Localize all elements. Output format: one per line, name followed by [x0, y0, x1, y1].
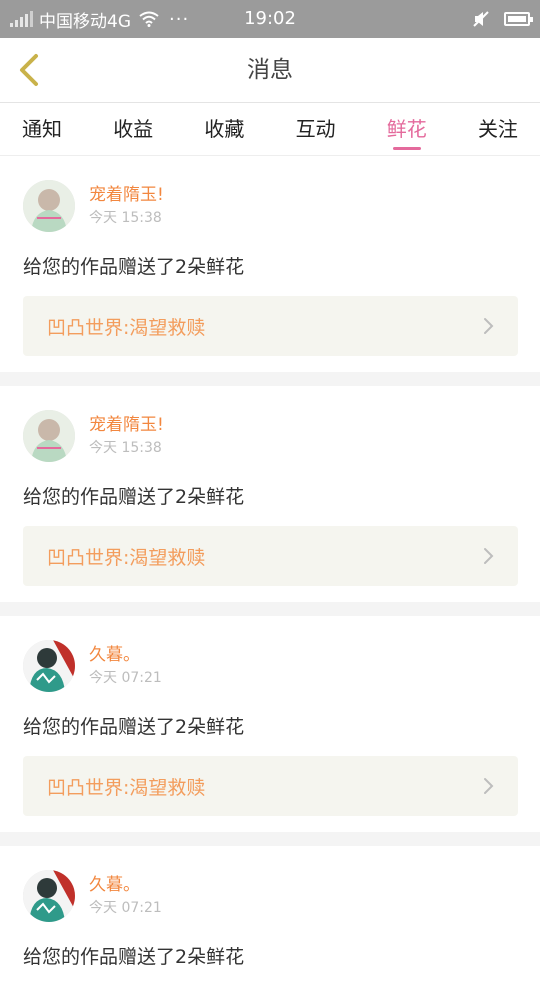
carrier-label: 中国移动4G	[39, 11, 131, 32]
message-card: 宠着隋玉! 今天 15:38 给您的作品赠送了2朵鲜花 凹凸世界:渴望救赎	[0, 156, 540, 372]
message-list: 宠着隋玉! 今天 15:38 给您的作品赠送了2朵鲜花 凹凸世界:渴望救赎 宠着…	[0, 156, 540, 1002]
message-card: 久暮。 今天 07:21 给您的作品赠送了2朵鲜花 凹凸世界:渴望救赎	[0, 616, 540, 832]
chevron-right-icon	[484, 778, 494, 794]
message-card: 久暮。 今天 07:21 给您的作品赠送了2朵鲜花	[0, 846, 540, 1002]
message-meta: 久暮。 今天 07:21	[89, 874, 162, 918]
sender-name[interactable]: 久暮。	[89, 644, 162, 666]
status-bar: 中国移动4G ··· 19:02	[0, 0, 540, 38]
sender-name[interactable]: 宠着隋玉!	[89, 414, 164, 436]
work-title: 凹凸世界:渴望救赎	[47, 776, 206, 799]
message-meta: 宠着隋玉! 今天 15:38	[89, 184, 164, 228]
sender-name[interactable]: 宠着隋玉!	[89, 184, 164, 206]
nav-header: 消息	[0, 38, 540, 103]
work-link[interactable]: 凹凸世界:渴望救赎	[23, 756, 518, 816]
status-left: 中国移动4G ···	[10, 0, 189, 38]
page-title: 消息	[247, 57, 293, 83]
chevron-right-icon	[484, 318, 494, 334]
message-time: 今天 15:38	[89, 210, 162, 226]
wifi-icon	[139, 11, 159, 27]
message-header: 宠着隋玉! 今天 15:38	[23, 410, 518, 462]
tab-following[interactable]: 关注	[478, 103, 518, 155]
message-meta: 久暮。 今天 07:21	[89, 644, 162, 688]
work-link[interactable]: 凹凸世界:渴望救赎	[23, 296, 518, 356]
message-text: 给您的作品赠送了2朵鲜花	[23, 486, 245, 508]
work-title: 凹凸世界:渴望救赎	[47, 546, 206, 569]
mute-icon	[473, 11, 489, 27]
message-card: 宠着隋玉! 今天 15:38 给您的作品赠送了2朵鲜花 凹凸世界:渴望救赎	[0, 386, 540, 602]
message-time: 今天 07:21	[89, 900, 162, 916]
message-time: 今天 07:21	[89, 670, 162, 686]
more-dots-icon: ···	[169, 8, 190, 30]
back-button[interactable]	[12, 52, 48, 88]
avatar[interactable]	[23, 640, 75, 692]
tab-notifications[interactable]: 通知	[22, 103, 62, 155]
avatar[interactable]	[23, 410, 75, 462]
message-time: 今天 15:38	[89, 440, 162, 456]
message-header: 宠着隋玉! 今天 15:38	[23, 180, 518, 232]
work-title: 凹凸世界:渴望救赎	[47, 316, 206, 339]
avatar[interactable]	[23, 870, 75, 922]
message-header: 久暮。 今天 07:21	[23, 870, 518, 922]
tab-favorites[interactable]: 收藏	[204, 103, 244, 155]
tab-flowers[interactable]: 鲜花	[387, 103, 427, 155]
message-text: 给您的作品赠送了2朵鲜花	[23, 256, 245, 278]
message-header: 久暮。 今天 07:21	[23, 640, 518, 692]
chevron-left-icon	[20, 54, 38, 86]
tab-earnings[interactable]: 收益	[113, 103, 153, 155]
avatar[interactable]	[23, 180, 75, 232]
battery-icon	[504, 12, 533, 26]
message-text: 给您的作品赠送了2朵鲜花	[23, 716, 245, 738]
sender-name[interactable]: 久暮。	[89, 874, 162, 896]
chevron-right-icon	[484, 548, 494, 564]
message-meta: 宠着隋玉! 今天 15:38	[89, 414, 164, 458]
signal-icon	[10, 11, 33, 27]
tab-bar: 通知 收益 收藏 互动 鲜花 关注	[0, 103, 540, 156]
message-text: 给您的作品赠送了2朵鲜花	[23, 946, 245, 968]
tab-interactions[interactable]: 互动	[296, 103, 336, 155]
status-right	[472, 0, 533, 38]
work-link[interactable]: 凹凸世界:渴望救赎	[23, 526, 518, 586]
